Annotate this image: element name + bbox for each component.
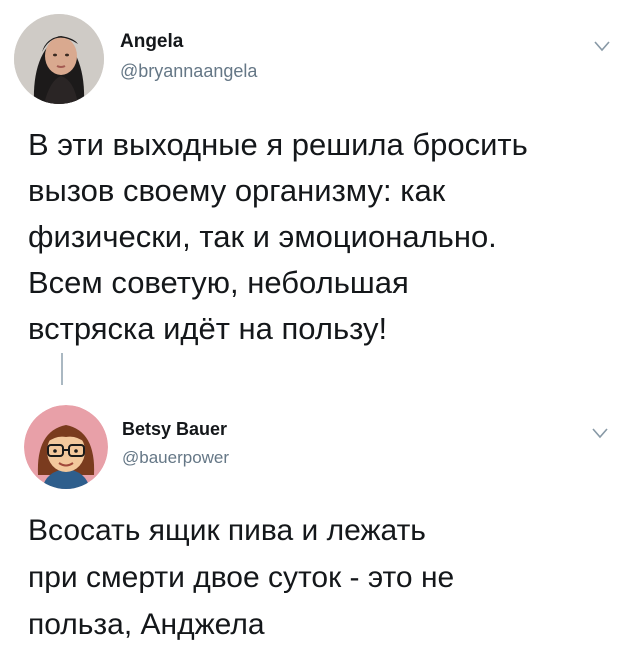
avatar[interactable] <box>24 405 108 489</box>
tweet-text: В эти выходные я решила бросить вызов св… <box>28 127 528 346</box>
tweet-angela[interactable]: Angela @bryannaangela В эти выходные я р… <box>0 0 640 360</box>
chevron-down-icon[interactable] <box>594 40 610 52</box>
tweet-betsy-bauer[interactable]: Betsy Bauer @bauerpower Всосать ящик пив… <box>0 395 640 667</box>
tweet-text: Всосать ящик пива и лежать при смерти дв… <box>28 514 455 641</box>
display-name[interactable]: Betsy Bauer <box>122 419 227 440</box>
display-name[interactable]: Angela <box>120 31 183 53</box>
avatar[interactable] <box>14 14 104 104</box>
user-handle[interactable]: @bryannaangela <box>120 61 257 82</box>
cartoon-avatar-icon <box>24 405 108 489</box>
user-handle[interactable]: @bauerpower <box>122 448 229 468</box>
thread-connector <box>61 353 63 385</box>
chevron-down-icon[interactable] <box>592 427 608 439</box>
profile-photo-icon <box>14 14 104 104</box>
